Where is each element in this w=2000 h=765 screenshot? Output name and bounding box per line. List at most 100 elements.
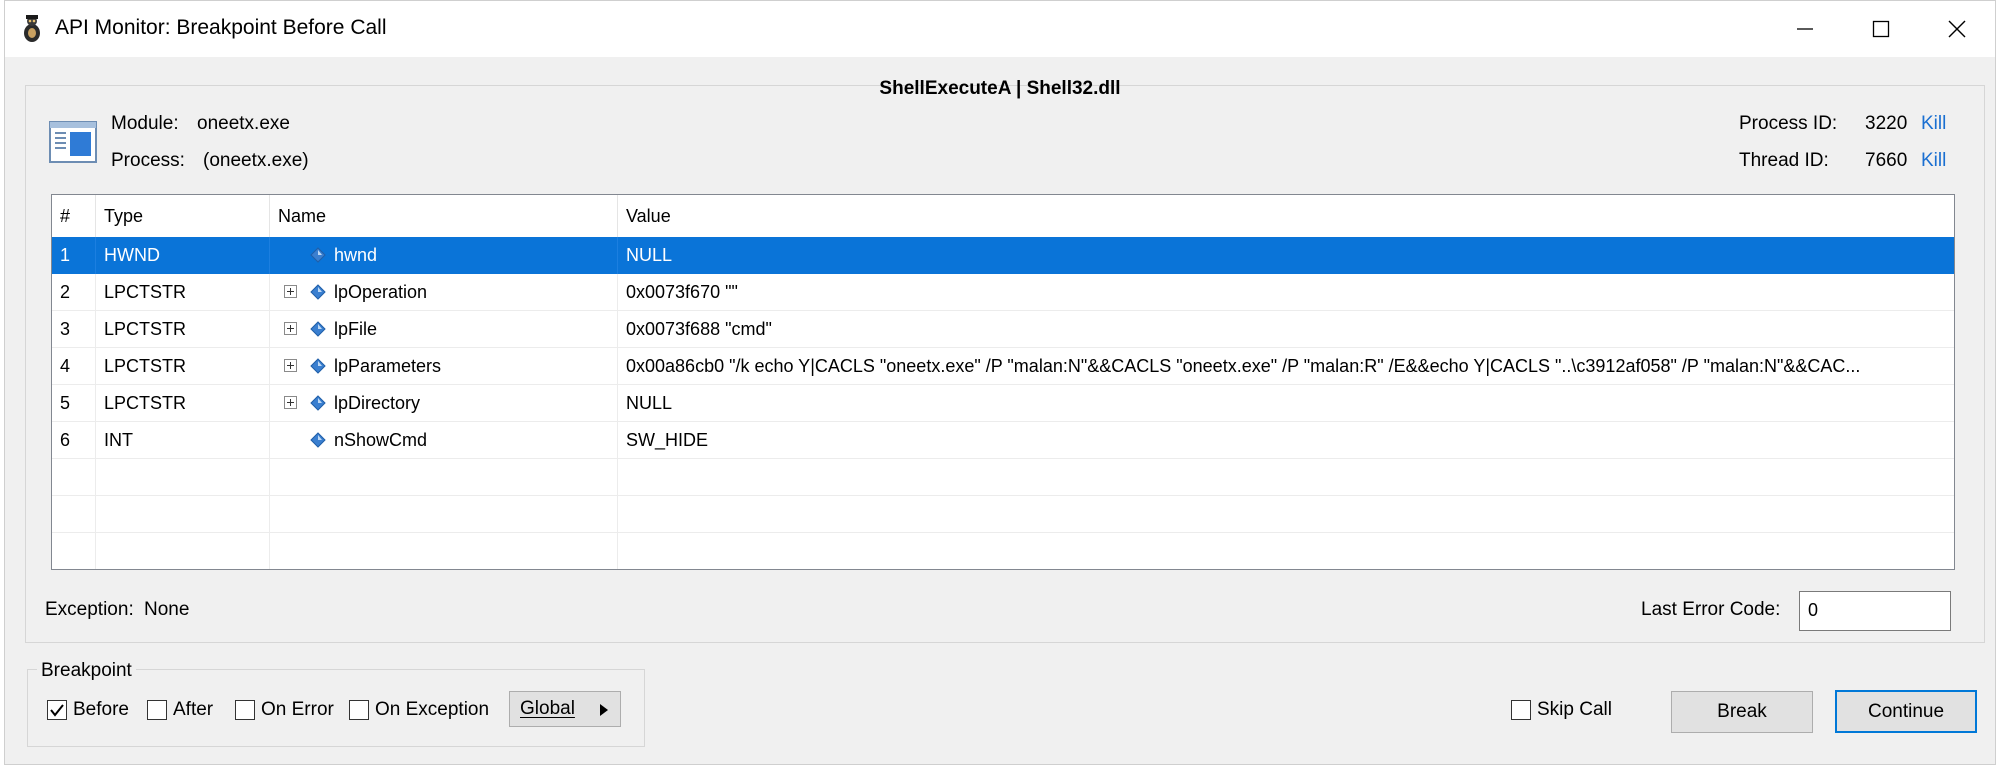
break-button[interactable]: Break <box>1671 691 1813 733</box>
after-checkbox[interactable] <box>147 700 167 720</box>
empty-cell <box>270 496 618 533</box>
module-label: Module: <box>111 113 179 134</box>
column-header-name[interactable]: Name <box>270 195 618 237</box>
last-error-label: Last Error Code: <box>1641 599 1781 620</box>
kill-process-link[interactable]: Kill <box>1921 113 1946 135</box>
window-title: API Monitor: Breakpoint Before Call <box>55 16 387 39</box>
row-type: HWND <box>96 237 270 274</box>
module-icon <box>49 121 97 163</box>
function-title: ShellExecuteA | Shell32.dll <box>879 78 1121 99</box>
row-number: 1 <box>52 237 96 274</box>
table-row[interactable]: 6 INT nShowCmd SW_HIDE <box>52 422 1954 459</box>
expand-icon[interactable] <box>284 396 297 409</box>
expand-icon[interactable] <box>284 285 297 298</box>
row-name-cell: lpFile <box>270 311 618 348</box>
row-name-cell: nShowCmd <box>270 422 618 459</box>
row-type: INT <box>96 422 270 459</box>
row-type: LPCTSTR <box>96 385 270 422</box>
exception-label: Exception: <box>45 599 134 620</box>
row-name: nShowCmd <box>334 430 428 450</box>
empty-cell <box>618 459 1954 496</box>
row-name-cell: hwnd <box>270 237 618 274</box>
table-row[interactable]: 4 LPCTSTR lpParameters 0x00a86cb0 "/k echo … <box>52 348 1954 385</box>
column-header-num[interactable]: # <box>52 195 96 237</box>
minimize-button[interactable] <box>1765 1 1845 57</box>
empty-cell <box>96 459 270 496</box>
empty-cell <box>52 459 96 496</box>
expand-icon[interactable] <box>284 322 297 335</box>
dialog-window: API Monitor: Breakpoint Before Call Shel… <box>4 0 1996 765</box>
on-error-label: On Error <box>261 699 334 720</box>
table-header: # Type Name Value <box>52 195 1954 238</box>
table-row[interactable]: 1 HWND hwnd NULL <box>52 237 1954 274</box>
empty-cell <box>270 459 618 496</box>
row-type: LPCTSTR <box>96 311 270 348</box>
before-label: Before <box>73 699 129 720</box>
skip-call-checkbox[interactable] <box>1511 700 1531 720</box>
maximize-button[interactable] <box>1841 1 1921 57</box>
row-value: NULL <box>626 393 673 413</box>
row-type: LPCTSTR <box>96 274 270 311</box>
parameter-icon <box>310 432 326 448</box>
maximize-icon <box>1872 20 1890 38</box>
row-name: lpParameters <box>334 356 442 376</box>
table-row[interactable]: 2 LPCTSTR lpOperation 0x0073f670 "" <box>52 274 1954 311</box>
row-number: 6 <box>52 422 96 459</box>
empty-cell <box>618 533 1954 569</box>
row-number: 4 <box>52 348 96 385</box>
row-name-cell: lpDirectory <box>270 385 618 422</box>
close-button[interactable] <box>1917 1 1997 57</box>
skip-call-label: Skip Call <box>1537 699 1612 720</box>
empty-cell <box>52 533 96 569</box>
row-value: 0x00a86cb0 "/k echo Y|CACLS "oneetx.exe"… <box>626 356 1861 376</box>
empty-cell <box>96 496 270 533</box>
column-header-type[interactable]: Type <box>96 195 270 237</box>
api-monitor-app-icon <box>24 15 40 42</box>
row-number: 5 <box>52 385 96 422</box>
minimize-icon <box>1797 28 1813 30</box>
row-name-cell: lpParameters <box>270 348 618 385</box>
after-label: After <box>173 699 214 720</box>
row-number: 3 <box>52 311 96 348</box>
row-value: SW_HIDE <box>626 430 709 450</box>
row-name: lpFile <box>334 319 378 339</box>
row-value: 0x0073f688 "cmd" <box>626 319 772 339</box>
breakpoint-group-label: Breakpoint <box>37 660 136 682</box>
parameters-table: # Type Name Value 1 HWND hwnd NULL 2 LPCTSTR l… <box>51 194 1955 570</box>
row-value: NULL <box>626 245 673 265</box>
parameter-icon <box>310 321 326 337</box>
table-row-empty <box>52 533 1954 569</box>
process-label: Process: <box>111 150 185 171</box>
table-row[interactable]: 5 LPCTSTR lpDirectory NULL <box>52 385 1954 422</box>
thread-id-value: 7660 <box>1865 150 1908 171</box>
row-name: lpOperation <box>334 282 428 302</box>
row-name-cell: lpOperation <box>270 274 618 311</box>
module-value: oneetx.exe <box>197 113 290 134</box>
thread-id-label: Thread ID: <box>1739 150 1829 171</box>
last-error-code-field[interactable]: 0 <box>1799 591 1951 631</box>
check-mark-icon <box>50 704 64 717</box>
before-checkbox[interactable] <box>47 700 67 720</box>
parameter-icon <box>310 358 326 374</box>
expand-icon[interactable] <box>284 359 297 372</box>
on-error-checkbox[interactable] <box>235 700 255 720</box>
on-exception-label: On Exception <box>375 699 490 720</box>
process-id-value: 3220 <box>1865 113 1908 134</box>
empty-cell <box>52 496 96 533</box>
row-number: 2 <box>52 274 96 311</box>
title-bar: API Monitor: Breakpoint Before Call <box>5 1 1995 57</box>
row-name: hwnd <box>334 245 378 265</box>
parameter-icon <box>310 284 326 300</box>
on-exception-checkbox[interactable] <box>349 700 369 720</box>
continue-button[interactable]: Continue <box>1835 690 1977 733</box>
chevron-right-icon <box>600 704 608 716</box>
kill-thread-link[interactable]: Kill <box>1921 150 1946 172</box>
empty-cell <box>270 533 618 569</box>
close-icon <box>1948 20 1966 38</box>
row-value: 0x0073f670 "" <box>626 282 738 302</box>
column-header-value[interactable]: Value <box>618 195 1954 237</box>
exception-value: None <box>144 599 190 620</box>
process-id-label: Process ID: <box>1739 113 1838 134</box>
global-menu-button[interactable]: Global <box>509 691 621 727</box>
table-row[interactable]: 3 LPCTSTR lpFile 0x0073f688 "cmd" <box>52 311 1954 348</box>
